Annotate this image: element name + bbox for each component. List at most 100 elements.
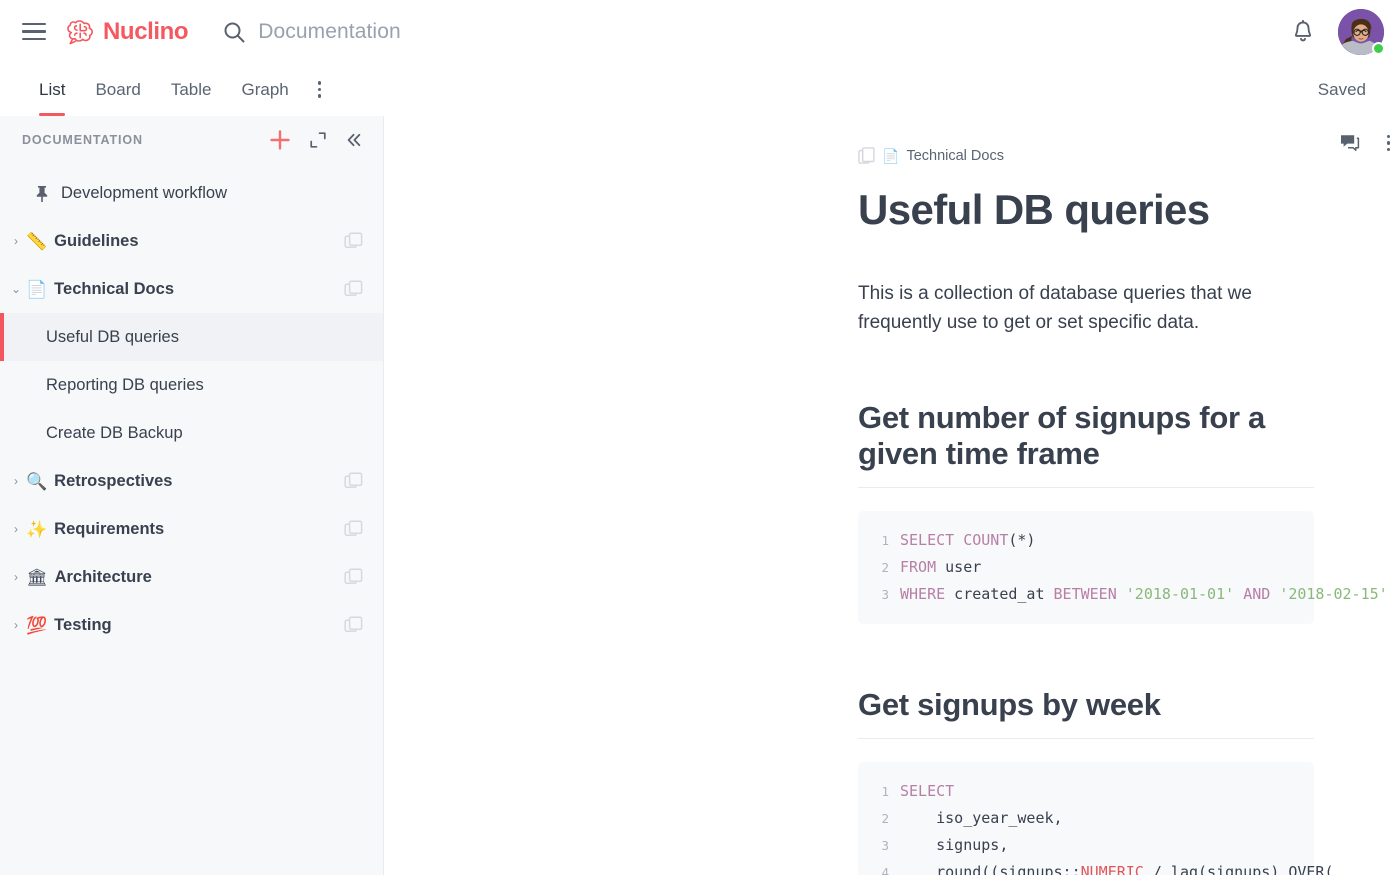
duplicate-icon[interactable] [344,567,363,587]
sidebar-item-requirements[interactable]: › ✨ Requirements [0,505,383,553]
breadcrumb[interactable]: 📄 Technical Docs [858,116,1004,165]
chevron-right-icon[interactable]: › [8,475,24,487]
hamburger-bar [22,37,46,41]
sidebar-item-list: Development workflow › 📏 Guidelines ⌄ 📄 … [0,163,383,649]
more-vertical-icon [317,81,322,98]
duplicate-icon[interactable] [344,231,363,251]
code-block[interactable]: 1 SELECT 2 iso_year_week, 3 signups, 4 round… [858,762,1334,875]
chevron-down-icon[interactable]: ⌄ [8,283,24,295]
sidebar-item-testing[interactable]: › 💯 Testing [0,601,383,649]
tab-list[interactable]: List [24,63,80,116]
document-content: 📄 Technical Docs Useful DB queries This … [384,116,1400,875]
code-line: 2 FROM user [858,554,1314,581]
chevron-right-icon[interactable]: › [8,619,24,631]
plus-icon[interactable] [269,129,291,151]
code-line-source: WHERE created_at BETWEEN '2018-01-01' AN… [900,585,1388,604]
expand-icon[interactable] [309,131,327,149]
tab-label: List [39,79,66,99]
sidebar-item-label: Retrospectives [54,471,173,490]
tab-graph[interactable]: Graph [226,63,303,116]
topbar-right-group [1290,8,1385,55]
sidebar-item-retrospectives[interactable]: › 🔍 Retrospectives [0,457,383,505]
chevron-right-icon[interactable]: › [8,571,24,583]
nuclino-app: Nuclino Documentation List Board Table G… [0,0,1400,875]
code-line-number: 2 [881,560,889,576]
view-tabs: List Board Table Graph [24,63,335,116]
sidebar-item-label: Technical Docs [54,279,174,298]
workspace-body: DOCUMENTATION Development workflow › 📏 G… [0,116,1400,875]
hamburger-bar [22,22,46,26]
hamburger-bar [22,30,46,33]
sidebar-item-label: Useful DB queries [46,327,179,346]
page-emoji-icon: 📄 [882,148,900,164]
sidebar-item-technical-docs[interactable]: ⌄ 📄 Technical Docs [0,265,383,313]
tab-label: Board [95,79,141,99]
sidebar-title: DOCUMENTATION [22,132,143,147]
code-line-number: 1 [881,533,889,549]
chevron-right-icon[interactable]: › [8,235,24,247]
magnifier-emoji-icon: 🔍 [26,471,48,491]
breadcrumb-label: Technical Docs [906,148,1004,164]
code-line-number: 1 [881,784,889,800]
code-line: 2 iso_year_week, [858,805,1314,832]
sidebar-item-label: Guidelines [54,231,139,250]
hundred-points-emoji-icon: 💯 [26,615,48,635]
sparkles-emoji-icon: ✨ [26,519,48,539]
code-line-source: signups, [900,836,1009,855]
top-bar: Nuclino Documentation [0,0,1400,63]
brain-bubble-icon [67,19,93,44]
sidebar-item-label: Reporting DB queries [46,375,204,394]
nuclino-logo[interactable]: Nuclino [66,17,189,46]
page-title: Useful DB queries [858,186,1210,233]
code-block[interactable]: 1 SELECT COUNT(*) 2 FROM user 3 WHERE created… [858,511,1388,625]
duplicate-icon[interactable] [344,519,363,539]
duplicate-icon[interactable] [344,615,363,635]
code-line-number: 4 [881,865,889,875]
sidebar-item-label: Requirements [54,519,165,538]
tab-board[interactable]: Board [80,63,155,116]
bell-icon[interactable] [1290,19,1316,45]
sidebar-header: DOCUMENTATION [0,116,383,163]
sidebar-item-architecture[interactable]: › 🏛 Architecture [0,553,383,601]
code-line-source: FROM user [900,558,982,577]
code-line-source: iso_year_week, [900,809,1063,828]
sidebar-item-label: Create DB Backup [46,423,183,442]
chevrons-left-icon[interactable] [345,131,363,149]
search-input[interactable]: Documentation [222,20,401,44]
sidebar-actions [269,129,363,151]
pin-icon [32,185,52,202]
sidebar-item-reporting-db-queries[interactable]: Reporting DB queries [0,361,383,409]
code-line-source: SELECT [900,782,955,801]
hamburger-icon[interactable] [22,19,48,45]
avatar[interactable] [1338,8,1385,55]
page-emoji-icon: 📄 [26,279,48,299]
sidebar-item-label: Testing [54,615,112,634]
sidebar-item-guidelines[interactable]: › 📏 Guidelines [0,217,383,265]
search-value: Documentation [258,19,401,43]
classical-building-emoji-icon: 🏛 [26,567,48,587]
duplicate-icon[interactable] [344,471,363,491]
sidebar-item-create-db-backup[interactable]: Create DB Backup [0,409,383,457]
sidebar-item-label: Development workflow [61,183,227,202]
sidebar-item-useful-db-queries[interactable]: Useful DB queries [0,313,383,361]
tab-label: Table [170,79,212,99]
code-line-source: SELECT COUNT(*) [900,531,1036,550]
save-status: Saved [1317,79,1366,99]
tab-more-button[interactable] [304,63,335,116]
duplicate-icon[interactable] [344,279,363,299]
code-line-number: 2 [881,811,889,827]
code-line: 1 SELECT [858,778,1314,805]
section-heading: Get number of signups for a given time f… [858,400,1314,489]
chevron-right-icon[interactable]: › [8,523,24,535]
docs-stack-icon [858,147,875,164]
brand-name: Nuclino [103,17,189,45]
code-line-source: round((signups::NUMERIC / lag(signups) O… [900,863,1334,875]
code-line: 4 round((signups::NUMERIC / lag(signups)… [858,859,1333,875]
ruler-emoji-icon: 📏 [26,231,48,251]
sidebar-item-label: Architecture [54,567,152,586]
view-tab-bar: List Board Table Graph Saved [0,63,1400,116]
sidebar: DOCUMENTATION Development workflow › 📏 G… [0,116,384,875]
code-line-number: 3 [881,587,889,603]
tab-table[interactable]: Table [156,63,227,116]
sidebar-item-development-workflow[interactable]: Development workflow [0,169,383,217]
